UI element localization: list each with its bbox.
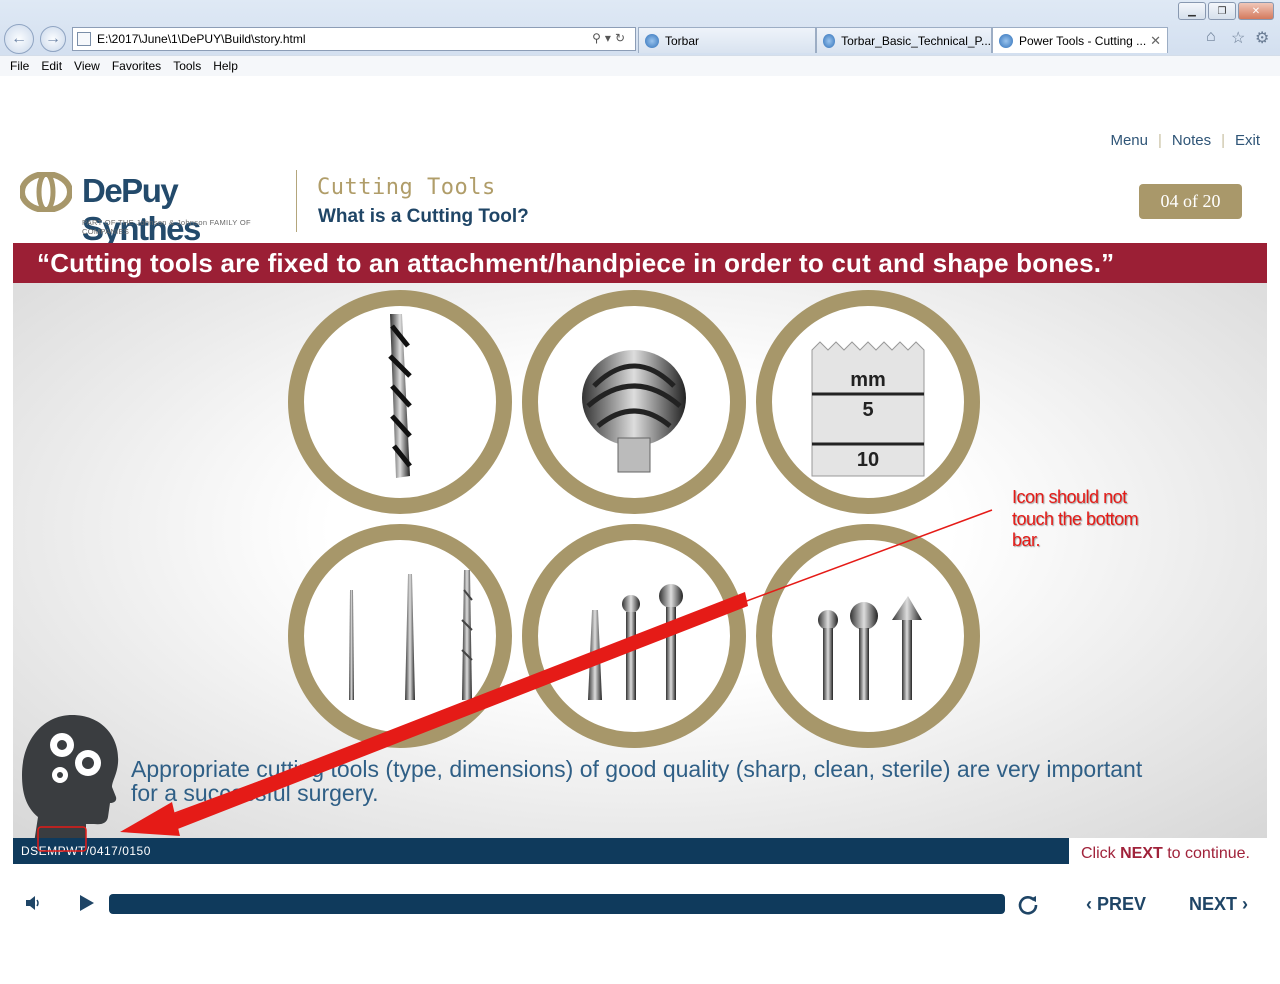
prev-button[interactable]: ‹ PREV <box>1086 894 1146 915</box>
next-label: NEXT <box>1189 894 1238 914</box>
tool-circle-drill <box>288 290 512 514</box>
menu-favorites[interactable]: Favorites <box>106 59 167 73</box>
tool-circle-round-burrs <box>522 524 746 748</box>
footer-code-bar: DSEMPWT/0417/0150 <box>13 838 1069 864</box>
saw-mark-5: 5 <box>862 399 873 421</box>
body-line-2: for a successful surgery. <box>131 780 379 806</box>
close-window-button[interactable]: ✕ <box>1238 2 1274 20</box>
ball-burr-icon <box>588 584 683 700</box>
next-button[interactable]: NEXT › <box>1189 894 1248 915</box>
shaped-burr-icon <box>818 596 922 700</box>
saw-mark-10: 10 <box>857 449 879 471</box>
body-text: Appropriate cutting tools (type, dimensi… <box>131 757 1191 805</box>
browser-chrome: ▁ ❐ ✕ ← → E:\2017\June\1\DePUY\Build\sto… <box>0 0 1280 76</box>
notes-link[interactable]: Notes <box>1172 132 1211 149</box>
course-title: Cutting Tools <box>317 175 496 200</box>
slide-title: What is a Cutting Tool? <box>318 206 529 227</box>
divider: | <box>1221 132 1225 149</box>
tab-label: Torbar <box>665 33 700 48</box>
chevron-right-icon: › <box>1242 894 1249 914</box>
menu-file[interactable]: File <box>4 59 35 73</box>
play-icon[interactable] <box>78 893 96 913</box>
tool-circle-burr <box>522 290 746 514</box>
annotation-line-1: Icon should not <box>1012 487 1127 507</box>
ie-tab-icon <box>999 33 1013 48</box>
exit-link[interactable]: Exit <box>1235 132 1260 149</box>
seek-bar[interactable] <box>109 894 1005 914</box>
tool-circle-saw-blade: mm 5 10 <box>756 290 980 514</box>
gear-icon[interactable]: ⚙ <box>1255 28 1269 48</box>
address-bar[interactable]: E:\2017\June\1\DePUY\Build\story.html ⚲▾… <box>72 27 636 51</box>
next-hint-pre: Click <box>1081 845 1121 862</box>
tab-label: Power Tools - Cutting ... <box>1019 33 1147 48</box>
header-divider <box>296 170 297 232</box>
k-wire-icon <box>349 570 473 700</box>
refresh-icon[interactable]: ↻ <box>615 31 629 45</box>
forward-button[interactable]: → <box>40 26 66 52</box>
menu-view[interactable]: View <box>68 59 106 73</box>
search-icon[interactable]: ⚲ <box>592 31 605 45</box>
close-tab-icon[interactable]: ✕ <box>1150 33 1161 49</box>
torbar-tab-icon <box>645 33 659 48</box>
menu-tools[interactable]: Tools <box>167 59 207 73</box>
minimize-button[interactable]: ▁ <box>1178 2 1206 20</box>
player-bar: ‹ PREV NEXT › <box>0 882 1280 926</box>
volume-icon[interactable] <box>24 893 44 913</box>
menu-edit[interactable]: Edit <box>35 59 68 73</box>
menu-link[interactable]: Menu <box>1110 132 1148 149</box>
favorites-star-icon[interactable]: ☆ <box>1231 28 1245 48</box>
home-icon[interactable]: ⌂ <box>1206 28 1216 46</box>
footer-code: DSEMPWT/0417/0150 <box>21 844 151 858</box>
head-gears-icon <box>22 715 119 843</box>
back-button[interactable]: ← <box>4 24 34 54</box>
slide-counter: 04 of 20 <box>1139 184 1242 219</box>
tab-power-tools[interactable]: Power Tools - Cutting ... ✕ <box>992 27 1168 53</box>
address-text: E:\2017\June\1\DePUY\Build\story.html <box>97 32 306 46</box>
page-icon <box>77 32 91 46</box>
twist-drill-icon <box>388 314 412 478</box>
tool-circle-k-wires <box>288 524 512 748</box>
tab-torbar[interactable]: Torbar <box>638 27 816 53</box>
logo-tagline: PART OF THE Johnson & Johnson FAMILY OF … <box>82 218 251 236</box>
quote-banner: “Cutting tools are fixed to an attachmen… <box>13 243 1267 283</box>
ie-tab-icon <box>823 33 836 48</box>
tab-torbar-basic[interactable]: Torbar_Basic_Technical_P... <box>816 27 992 53</box>
annotation-line-2: touch the bottom <box>1012 508 1139 529</box>
saw-blade-icon: mm 5 10 <box>811 341 925 477</box>
annotation-line-3: bar. <box>1012 530 1041 550</box>
restore-button[interactable]: ❐ <box>1208 2 1236 20</box>
review-annotation: Icon should not touch the bottom bar. <box>1012 487 1182 552</box>
divider: | <box>1157 132 1162 149</box>
tab-label: Torbar_Basic_Technical_P... <box>841 33 991 48</box>
body-line-1: Appropriate cutting tools (type, dimensi… <box>131 756 1143 782</box>
next-hint: Click NEXT to continue. <box>1081 845 1250 863</box>
prev-label: PREV <box>1097 894 1147 914</box>
next-hint-post: to continue. <box>1162 845 1250 862</box>
menu-bar: File Edit View Favorites Tools Help <box>0 55 1280 76</box>
saw-unit-label: mm <box>850 369 886 391</box>
logo-wordmark: DePuy Synthes <box>82 172 201 247</box>
round-burr-icon <box>582 350 686 473</box>
next-hint-strong: NEXT <box>1120 845 1163 862</box>
replay-icon[interactable] <box>1016 892 1040 916</box>
forward-arrow-icon: → <box>45 30 61 47</box>
menu-help[interactable]: Help <box>207 59 244 73</box>
course-top-nav: Menu | Notes | Exit <box>1110 132 1260 149</box>
window-controls: ▁ ❐ ✕ <box>1178 2 1274 20</box>
depuy-synthes-logo: DePuy Synthes PART OF THE Johnson & John… <box>20 170 292 247</box>
back-arrow-icon: ← <box>11 30 27 47</box>
address-tools: ⚲▾↻ <box>592 31 629 45</box>
dropdown-icon[interactable]: ▾ <box>605 31 615 45</box>
chevron-left-icon: ‹ <box>1086 894 1092 914</box>
logo-mark-icon <box>20 172 72 212</box>
tool-circle-shaped-burrs <box>756 524 980 748</box>
